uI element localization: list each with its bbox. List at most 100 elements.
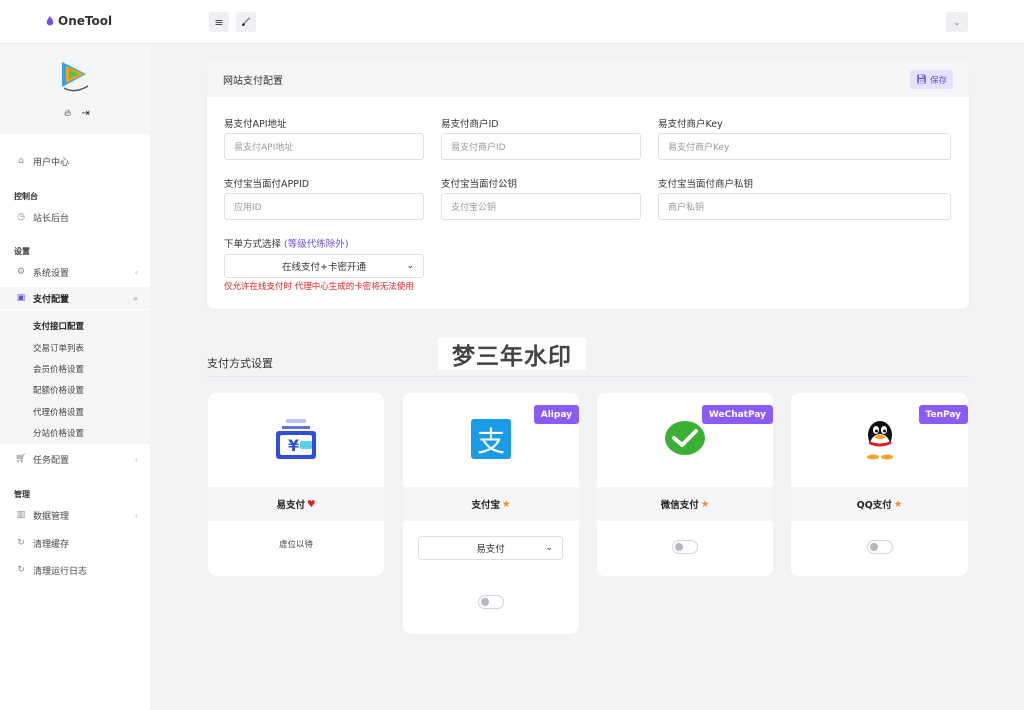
chevron-left-icon: ‹ <box>134 454 138 464</box>
flame-icon[interactable]: 🔥︎ <box>64 108 71 119</box>
order-mode-select[interactable]: 在线支付+卡密开通 ⌄ <box>224 254 424 278</box>
pay-name-wechat: 微信支付 ★ <box>597 487 773 521</box>
pay-name-label: 微信支付 <box>660 500 699 511</box>
alipay-icon: 支 <box>471 419 511 459</box>
heart-icon: ♥ <box>306 498 316 510</box>
order-mode-label: 下单方式选择 (等级代练除外) <box>224 236 348 250</box>
epay-api-input[interactable]: 易支付API地址 <box>224 133 424 160</box>
sidebar-item-label: 任务配置 <box>33 455 70 466</box>
hamburger-icon: ≡ <box>214 15 224 29</box>
qq-penguin-icon <box>866 421 893 460</box>
gear-icon: ⚙ <box>16 267 26 277</box>
chevron-double-down-icon: » <box>132 293 138 303</box>
pay-card-qq: TenPay QQ支付 ★ <box>791 393 968 576</box>
order-mode-text: 下单方式选择 <box>224 239 282 250</box>
brand-name: OneTool <box>58 14 113 28</box>
profile-panel: 🔥︎ ⇥ <box>0 44 150 134</box>
money-icon: ▣ <box>16 293 26 303</box>
alipay-channel-select[interactable]: 易支付 ⌄ <box>418 536 563 560</box>
order-mode-value: 在线支付+卡密开通 <box>282 262 366 273</box>
star-icon: ★ <box>501 498 511 510</box>
badge-wechatpay: WeChatPay <box>701 405 773 424</box>
save-button[interactable]: 💾︎ 保存 <box>910 70 953 89</box>
pay-name-label: 易支付 <box>276 500 305 511</box>
sidebar-item-label: 用户中心 <box>33 157 70 168</box>
sidebar-item-data[interactable]: ▥ 数据管理 ‹ <box>0 504 150 526</box>
epay-key-input[interactable]: 易支付商户Key <box>658 133 951 160</box>
pay-config-card: 网站支付配置 💾︎ 保存 易支付API地址 易支付API地址 易支付商户ID 易… <box>207 61 969 309</box>
bar-chart-icon: ▥ <box>16 510 26 520</box>
save-label: 保存 <box>929 75 947 86</box>
alipay-channel-value: 易支付 <box>476 544 505 555</box>
pay-card-alipay: Alipay 支 支付宝 ★ 易支付 ⌄ <box>403 393 579 634</box>
sidebar-item-label: 系统设置 <box>33 268 70 279</box>
sidebar-item-user-center[interactable]: ⌂ 用户中心 <box>0 150 150 172</box>
sidebar-item-label: 站长后台 <box>33 213 70 224</box>
pay-name-alipay: 支付宝 ★ <box>403 487 579 521</box>
video-logo-icon <box>62 62 89 92</box>
pay-name-qq: QQ支付 ★ <box>791 487 968 521</box>
sidebar-item-system[interactable]: ⚙ 系统设置 ‹ <box>0 261 150 283</box>
sidebar-item-admin[interactable]: ◷ 站长后台 <box>0 206 150 228</box>
alipay-appid-label: 支付宝当面付APPID <box>224 179 310 190</box>
epay-key-label: 易支付商户Key <box>658 119 723 130</box>
sidebar-subitem-orders[interactable]: 交易订单列表 <box>33 342 84 354</box>
alipay-privkey-label: 支付宝当面付商户私钥 <box>658 179 754 190</box>
wechat-pay-icon <box>665 421 705 455</box>
sidebar-subitem-pay-api[interactable]: 支付接口配置 <box>33 320 84 332</box>
wechat-toggle[interactable] <box>672 540 698 554</box>
sidebar-item-label: 数据管理 <box>33 511 70 522</box>
cart-icon: 🛒︎ <box>15 454 27 464</box>
badge-tenpay: TenPay <box>918 405 968 424</box>
sidebar-subitem-substation-price[interactable]: 分站价格设置 <box>33 427 84 439</box>
badge-alipay: Alipay <box>533 405 579 424</box>
menu-toggle-button[interactable]: ≡ <box>209 12 229 32</box>
alipay-toggle[interactable] <box>478 595 504 609</box>
order-mode-hint: 仅允许在线支付时 代理中心生成的卡密将无法使用 <box>224 282 414 292</box>
home-icon: ⌂ <box>18 156 24 166</box>
pay-methods-title: 支付方式设置 <box>207 357 273 370</box>
epay-api-label: 易支付API地址 <box>224 119 287 130</box>
refresh-icon: ↻ <box>17 565 25 575</box>
epay-icon: ¥ <box>276 419 316 459</box>
sidebar-item-label: 清理运行日志 <box>33 566 88 577</box>
card-header: 网站支付配置 💾︎ 保存 <box>207 61 969 97</box>
sidebar-subitem-member-price[interactable]: 会员价格设置 <box>33 363 84 375</box>
sidebar-item-clear-log[interactable]: ↻ 清理运行日志 <box>0 559 150 581</box>
pay-name-label: QQ支付 <box>856 500 892 511</box>
sidebar-subitem-agent-price[interactable]: 代理价格设置 <box>33 406 84 418</box>
pay-name-epay: 易支付 ♥ <box>208 487 384 521</box>
alipay-appid-input[interactable]: 应用ID <box>224 193 424 220</box>
star-icon: ★ <box>700 498 710 510</box>
logout-icon[interactable]: ⇥ <box>81 108 89 119</box>
section-console: 控制台 <box>14 192 38 201</box>
sidebar-item-pay-config[interactable]: ▣ 支付配置 » <box>0 287 150 309</box>
user-dropdown-button[interactable]: ⌄ <box>946 12 968 32</box>
flame-icon <box>46 16 54 26</box>
epay-mid-input[interactable]: 易支付商户ID <box>441 133 641 160</box>
alipay-pubkey-input[interactable]: 支付宝公钥 <box>441 193 641 220</box>
alipay-privkey-input[interactable]: 商户私钥 <box>658 193 951 220</box>
dashboard-icon: ◷ <box>17 212 25 222</box>
alipay-pubkey-label: 支付宝当面付公钥 <box>441 179 518 190</box>
epay-mid-label: 易支付商户ID <box>441 119 499 130</box>
chevron-down-icon: ⌄ <box>953 17 961 27</box>
pay-card-epay: ¥ 易支付 ♥ 虚位以待 <box>208 393 384 576</box>
section-manage: 管理 <box>14 490 30 499</box>
sidebar-item-task[interactable]: 🛒︎ 任务配置 ‹ <box>0 448 150 470</box>
theme-brush-button[interactable] <box>236 12 256 32</box>
refresh-icon: ↻ <box>17 538 25 548</box>
chevron-down-icon: ⌄ <box>406 261 414 271</box>
qq-toggle[interactable] <box>866 540 893 554</box>
sidebar-subitem-quota-price[interactable]: 配额价格设置 <box>33 384 84 396</box>
chevron-left-icon: ‹ <box>134 267 138 277</box>
sidebar-item-clear-cache[interactable]: ↻ 清理缓存 <box>0 532 150 554</box>
section-divider <box>207 376 969 377</box>
brand-logo[interactable]: OneTool <box>46 14 112 28</box>
star-icon: ★ <box>893 498 903 510</box>
floppy-icon: 💾︎ <box>916 74 927 85</box>
pay-card-wechat: WeChatPay 微信支付 ★ <box>597 393 773 576</box>
section-settings: 设置 <box>14 247 30 256</box>
svg-text:¥: ¥ <box>288 436 299 455</box>
avatar[interactable] <box>56 56 94 94</box>
